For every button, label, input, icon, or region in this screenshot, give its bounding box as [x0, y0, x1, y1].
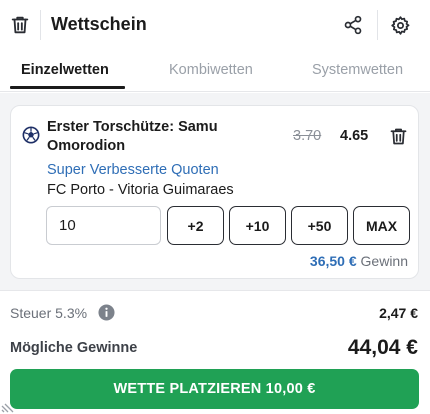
promo-label: Super Verbesserte Quoten	[47, 162, 219, 178]
soccer-ball-icon	[22, 126, 40, 144]
quick-stake-plus-50-button[interactable]: +50	[291, 206, 348, 245]
share-button[interactable]	[341, 13, 365, 37]
boosted-odds: 4.65	[340, 128, 369, 144]
possible-win-label: Mögliche Gewinne	[10, 340, 138, 356]
tab-kombiwetten[interactable]: Kombiwetten	[169, 62, 253, 78]
betslip-body: Erster Torschütze: Samu Omorodion 3.70 4…	[0, 93, 430, 290]
quick-stake-plus-2-button[interactable]: +2	[167, 206, 224, 245]
share-icon	[344, 15, 362, 35]
clear-betslip-button[interactable]	[8, 13, 32, 37]
tax-value: 2,47 €	[379, 305, 418, 321]
stake-input[interactable]	[46, 206, 161, 245]
gear-icon	[390, 15, 409, 35]
info-icon[interactable]	[98, 304, 115, 321]
header-divider	[377, 10, 378, 40]
remove-bet-button[interactable]	[387, 125, 409, 147]
place-bet-button[interactable]: WETTE PLATZIEREN 10,00 €	[10, 369, 419, 409]
tax-label: Steuer 5.3%	[10, 305, 88, 321]
page-title: Wettschein	[51, 14, 147, 34]
old-odds: 3.70	[293, 128, 322, 144]
settings-button[interactable]	[388, 13, 412, 37]
betslip-summary: Steuer 5.3% 2,47 € Mögliche Gewinne 44,0…	[0, 290, 430, 414]
trash-icon	[390, 128, 406, 144]
tab-einzelwetten[interactable]: Einzelwetten	[21, 62, 109, 78]
tab-systemwetten[interactable]: Systemwetten	[312, 62, 403, 78]
trash-icon	[11, 16, 29, 34]
bet-type-tabs: Einzelwetten Kombiwetten Systemwetten	[0, 52, 430, 92]
resize-grip-icon[interactable]	[0, 398, 16, 414]
quick-stake-plus-10-button[interactable]: +10	[229, 206, 286, 245]
quick-stake-max-button[interactable]: MAX	[353, 206, 410, 245]
possible-win-value: 44,04 €	[347, 336, 418, 359]
selection-name: Erster Torschütze: Samu Omorodion	[47, 119, 218, 154]
match-name: FC Porto - Vitoria Guimaraes	[47, 182, 234, 198]
betslip-header: Wettschein	[0, 0, 430, 50]
header-divider	[40, 10, 41, 40]
potential-win: 36,50 € Gewinn	[310, 253, 408, 269]
potential-win-amount: 36,50 €	[309, 253, 357, 269]
potential-win-label: Gewinn	[360, 253, 408, 269]
bet-card: Erster Torschütze: Samu Omorodion 3.70 4…	[10, 105, 419, 279]
active-tab-indicator	[10, 86, 125, 89]
